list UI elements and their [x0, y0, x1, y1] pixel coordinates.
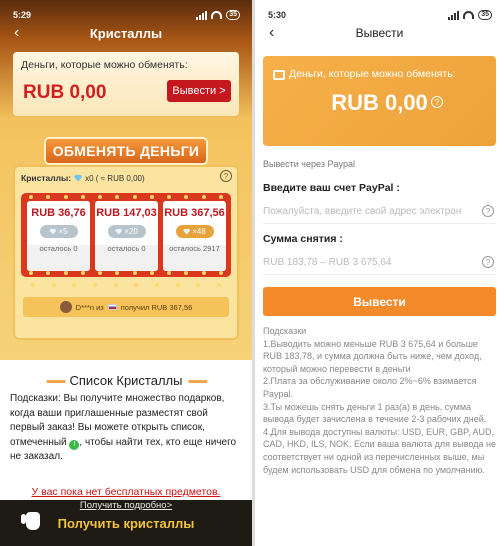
offer-card[interactable]: RUB 367,56 ×48 осталось 2917 — [163, 201, 226, 271]
withdraw-screen: 5:30 35 ‹ Вывести Деньги, которые можно … — [255, 0, 504, 546]
decor-lights-top — [29, 195, 223, 199]
decor-dashes-icon: ▬ ▬ — [188, 375, 207, 386]
offer-remaining: осталось 0 — [39, 244, 78, 253]
offer-price: RUB 367,56 — [164, 207, 225, 219]
status-time: 5:30 — [268, 10, 287, 20]
exchangeable-money-card: Деньги, которые можно обменять: RUB 0,00… — [13, 52, 239, 116]
recent-winner-ticker: D***n из получил RUB 367,56 — [23, 297, 229, 317]
crystals-value: x0 ( ≈ RUB 0,00) — [85, 173, 145, 183]
decor-dashes-icon: ▬ ▬ — [46, 375, 66, 386]
help-icon[interactable]: ? — [482, 256, 494, 268]
withdraw-method: Вывести через Paypal — [263, 159, 355, 169]
status-bar: 5:29 35 — [13, 8, 240, 22]
offer-price: RUB 36,76 — [31, 207, 86, 219]
exchange-money-banner[interactable]: ОБМЕНЯТЬ ДЕНЬГИ — [44, 137, 208, 165]
paypal-account-input[interactable]: Пожалуйста, введите свой адрес электрон — [263, 206, 496, 224]
paypal-account-label: Введите ваш счет PayPal : — [263, 182, 400, 194]
nav-bar: ‹ Вывести — [255, 22, 504, 44]
battery-icon: 35 — [226, 10, 240, 20]
money-label: Деньги, которые можно обменять: — [21, 59, 188, 71]
tip-item: 4.Для вывода доступны валюты: USD, EUR, … — [263, 426, 496, 475]
money-label: Деньги, которые можно обменять: — [289, 68, 456, 80]
wifi-icon — [211, 11, 223, 19]
no-free-items-link[interactable]: У вас пока нет бесплатных предметов. — [0, 486, 252, 498]
offer-price: RUB 147,03 — [96, 207, 157, 219]
crystal-exchange-panel: Кристаллы: x0 ( ≈ RUB 0,00) ? RUB 36,76 … — [13, 165, 239, 340]
decor-lights-bottom — [29, 271, 223, 275]
help-icon[interactable]: ? — [220, 170, 232, 182]
avatar — [59, 301, 72, 313]
status-time: 5:29 — [13, 10, 32, 20]
crystals-balance: Кристаллы: x0 ( ≈ RUB 0,00) — [21, 173, 145, 183]
tip-item: 3.Ты можешь снять деньги 1 раз(а) в день… — [263, 401, 487, 425]
crystal-icon — [115, 228, 123, 235]
crystals-hint: Подсказки: Вы получите множество подарко… — [10, 393, 237, 462]
back-arrow-icon[interactable]: ‹ — [14, 24, 19, 42]
page-title: Кристаллы — [89, 25, 163, 41]
page-title: Вывести — [355, 26, 404, 40]
crystal-icon — [49, 228, 57, 235]
winner-name: D***n из — [75, 302, 104, 312]
wallet-icon — [273, 70, 285, 80]
crystals-list-title: ▬ ▬ Список Кристаллы ▬ ▬ — [46, 373, 208, 388]
hand-pointer-icon — [21, 512, 40, 530]
withdraw-tips: Подсказки 1.Выводить можно меньше RUB 3 … — [263, 325, 496, 476]
winner-prize: получил RUB 367,56 — [120, 302, 193, 312]
offer-cost-pill: ×48 — [175, 225, 214, 238]
tip-item: 2.Плата за обслуживание около 2%~6% взим… — [263, 376, 477, 399]
offer-cost-pill: ×5 — [39, 225, 78, 238]
tip-item: 1.Выводить можно меньше RUB 3 675,64 и б… — [263, 338, 482, 374]
back-arrow-icon[interactable]: ‹ — [269, 24, 274, 42]
signal-icon — [196, 10, 208, 20]
wifi-icon — [463, 11, 475, 19]
withdraw-button[interactable]: Вывести — [263, 287, 496, 316]
withdraw-button[interactable]: Вывести > — [167, 80, 231, 102]
nav-bar: ‹ Кристаллы — [0, 22, 252, 44]
offers-frame: RUB 36,76 ×5 осталось 0 RUB 147,03 ×20 о… — [21, 193, 231, 277]
offer-card[interactable]: RUB 36,76 ×5 осталось 0 — [27, 201, 90, 271]
money-value: RUB 0,00 — [331, 90, 428, 115]
help-icon[interactable]: ? — [431, 96, 443, 108]
status-bar: 5:30 35 — [268, 8, 492, 22]
amount-input[interactable]: RUB 183,78 – RUB 3 675,64 — [263, 257, 496, 275]
battery-icon: 35 — [478, 10, 492, 20]
help-icon[interactable]: ? — [482, 205, 494, 217]
crystal-icon — [183, 228, 191, 235]
crystals-label: Кристаллы: — [21, 173, 72, 183]
offer-cost-pill: ×20 — [107, 225, 146, 238]
exchangeable-money-card: Деньги, которые можно обменять: RUB 0,00… — [263, 56, 496, 146]
offer-remaining: осталось 0 — [107, 244, 146, 253]
crystals-screen: 5:29 35 ‹ Кристаллы Деньги, которые можн… — [0, 0, 252, 546]
signal-icon — [448, 10, 460, 20]
crystal-icon — [74, 174, 83, 182]
crystals-header-area: 5:29 35 ‹ Кристаллы Деньги, которые можн… — [0, 0, 252, 360]
decor-lights-middle — [31, 283, 221, 287]
offer-remaining: осталось 2917 — [169, 244, 220, 253]
tips-title: Подсказки — [263, 326, 307, 336]
russia-flag-icon — [107, 304, 117, 310]
offer-card[interactable]: RUB 147,03 ×20 осталось 0 — [95, 201, 158, 271]
green-mark-icon: ! — [69, 439, 80, 450]
get-crystals-bar[interactable]: Получить подробно> Получить кристаллы — [0, 500, 252, 546]
get-crystals-button[interactable]: Получить кристаллы — [58, 516, 195, 531]
money-value: RUB 0,00 — [23, 82, 107, 103]
amount-label: Сумма снятия : — [263, 233, 343, 245]
details-link[interactable]: Получить подробно> — [0, 500, 252, 511]
